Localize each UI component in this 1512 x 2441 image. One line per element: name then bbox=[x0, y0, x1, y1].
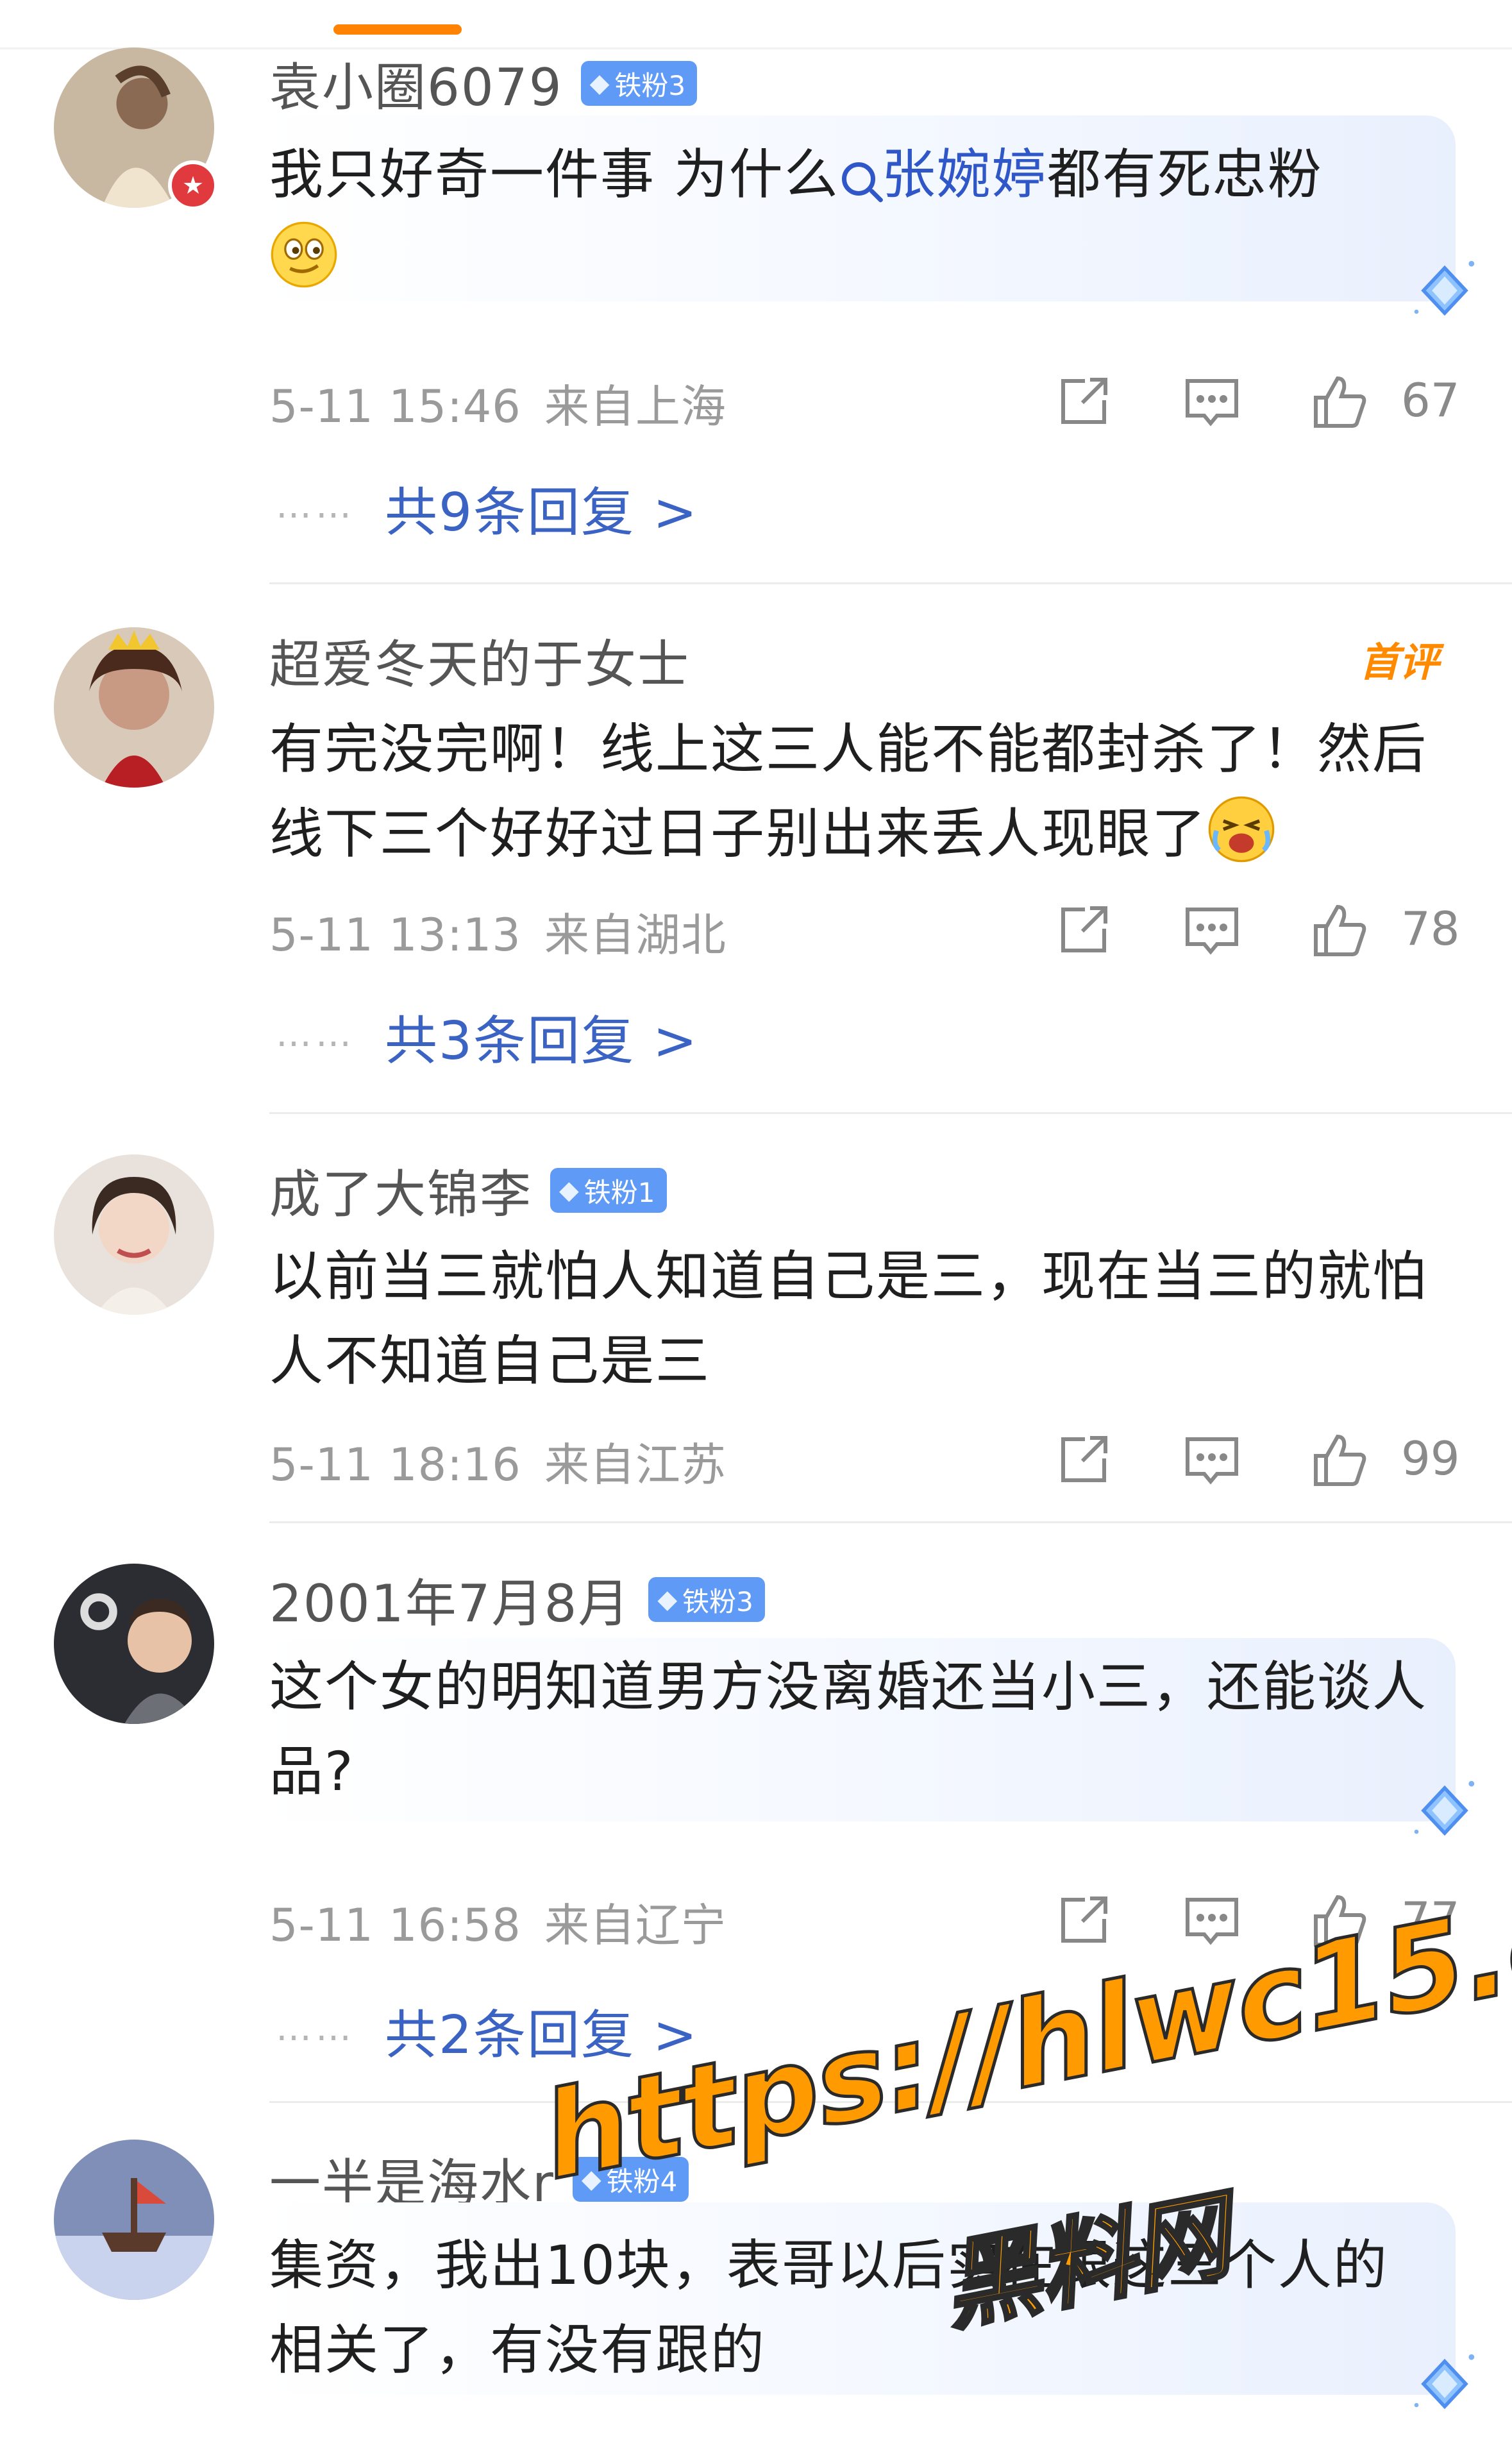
timestamp: 5-11 18:16 bbox=[269, 1439, 521, 1491]
search-icon bbox=[841, 162, 875, 196]
comment-text: 这个女的明知道男方没离婚还当小三，还能谈人品? bbox=[269, 1644, 1436, 1814]
reply-dots: …… bbox=[276, 1013, 355, 1055]
share-icon[interactable] bbox=[1052, 898, 1116, 962]
reply-row: …… 共3条回复 > bbox=[276, 998, 698, 1074]
comment-meta: 5-11 16:58 来自辽宁 bbox=[269, 1889, 727, 1954]
comment-text-part: 以前当三就怕人知道自己是三，现在当三的就怕人不知道自己是三 bbox=[269, 1245, 1428, 1392]
comment-header: 超爱冬天的于女士 bbox=[269, 630, 690, 695]
comment-meta: 5-11 18:16 来自江苏 bbox=[269, 1429, 727, 1494]
like-icon[interactable] bbox=[1308, 369, 1372, 434]
smirk-face-emoji bbox=[269, 220, 339, 289]
like-icon[interactable] bbox=[1308, 898, 1372, 962]
comment-actions: 67 bbox=[1052, 369, 1462, 440]
fan-badge-label: 铁粉1 bbox=[584, 1176, 655, 1208]
crying-face-emoji bbox=[1207, 795, 1276, 864]
first-comment-badge: 首评 bbox=[1359, 639, 1440, 686]
like-count: 67 bbox=[1401, 373, 1460, 427]
timestamp: 5-11 15:46 bbox=[269, 380, 521, 433]
diamond-icon: ◆ bbox=[589, 69, 610, 98]
username[interactable]: 成了大锦李 bbox=[269, 1153, 532, 1228]
location: 来自湖北 bbox=[544, 909, 727, 961]
diamond-icon: ◆ bbox=[657, 1585, 678, 1614]
comment-text-part: 这个女的明知道男方没离婚还当小三，还能谈人品? bbox=[269, 1655, 1428, 1803]
view-replies-link[interactable]: 共3条回复 > bbox=[385, 1011, 698, 1072]
comment-divider bbox=[269, 1112, 1512, 1114]
diamond-icon: ◆ bbox=[559, 1176, 579, 1205]
comment-divider bbox=[269, 1521, 1512, 1523]
comment-actions: 78 bbox=[1052, 898, 1462, 968]
like-count: 99 bbox=[1401, 1432, 1460, 1485]
username[interactable]: 袁小圈6079 bbox=[269, 46, 563, 121]
fan-badge-label: 铁粉3 bbox=[614, 69, 686, 101]
comment-actions: 99 bbox=[1052, 1428, 1462, 1498]
comment-header: 成了大锦李 ◆ 铁粉1 bbox=[269, 1160, 667, 1224]
comment-text-part: 我只好奇一件事 为什么 bbox=[269, 143, 839, 206]
fan-badge-label: 铁粉3 bbox=[682, 1585, 753, 1617]
fan-badge: ◆ 铁粉1 bbox=[550, 1168, 667, 1213]
share-icon[interactable] bbox=[1052, 1428, 1116, 1492]
location: 来自上海 bbox=[544, 380, 727, 433]
comment-icon[interactable] bbox=[1180, 369, 1244, 434]
comment-text: 有完没完啊！线上这三人能不能都封杀了！然后线下三个好好过日子别出来丢人现眼了 bbox=[269, 707, 1436, 876]
avatar[interactable] bbox=[54, 1154, 214, 1315]
like-icon[interactable] bbox=[1308, 1428, 1372, 1492]
username[interactable]: 2001年7月8月 bbox=[269, 1562, 630, 1637]
view-replies-link[interactable]: 共9条回复 > bbox=[385, 482, 698, 543]
comment-text: 以前当三就怕人知道自己是三，现在当三的就怕人不知道自己是三 bbox=[269, 1234, 1436, 1403]
comment-text-part: 都有死忠粉 bbox=[1046, 143, 1323, 206]
comment-meta: 5-11 13:13 来自湖北 bbox=[269, 899, 727, 964]
comment-text: 集资，我出10块，表哥以后实在跟这三个人的相关了，有没有跟的 bbox=[269, 2223, 1436, 2392]
avatar[interactable] bbox=[54, 1564, 214, 1724]
avatar[interactable] bbox=[54, 627, 214, 788]
reply-dots: …… bbox=[276, 485, 355, 527]
username[interactable]: 超爱冬天的于女士 bbox=[269, 623, 690, 698]
location: 来自辽宁 bbox=[544, 1899, 727, 1952]
reply-dots: …… bbox=[276, 2007, 355, 2049]
fan-badge: ◆ 铁粉3 bbox=[648, 1577, 765, 1622]
like-count: 78 bbox=[1401, 902, 1460, 956]
comment-header: 袁小圈6079 ◆ 铁粉3 bbox=[269, 53, 698, 117]
comment-text: 我只好奇一件事 为什么 张婉婷都有死忠粉 bbox=[269, 132, 1436, 301]
comment-icon[interactable] bbox=[1180, 898, 1244, 962]
comment-divider bbox=[269, 582, 1512, 584]
comment-icon[interactable] bbox=[1180, 1428, 1244, 1492]
avatar[interactable] bbox=[54, 2140, 214, 2300]
share-icon[interactable] bbox=[1052, 369, 1116, 434]
share-icon[interactable] bbox=[1052, 1888, 1116, 1952]
reply-row: …… 共9条回复 > bbox=[276, 469, 698, 546]
active-tab-indicator bbox=[333, 24, 462, 35]
comment-header: 2001年7月8月 ◆ 铁粉3 bbox=[269, 1569, 765, 1634]
location: 来自江苏 bbox=[544, 1439, 727, 1491]
timestamp: 5-11 13:13 bbox=[269, 909, 521, 961]
vip-star-icon: ★ bbox=[168, 160, 218, 210]
topic-label[interactable]: 张婉婷 bbox=[882, 143, 1047, 206]
fan-badge: ◆ 铁粉3 bbox=[580, 61, 698, 106]
comment-meta: 5-11 15:46 来自上海 bbox=[269, 371, 727, 435]
topic-link[interactable]: 张婉婷 bbox=[839, 143, 1047, 206]
timestamp: 5-11 16:58 bbox=[269, 1899, 521, 1952]
top-divider bbox=[0, 47, 1512, 49]
